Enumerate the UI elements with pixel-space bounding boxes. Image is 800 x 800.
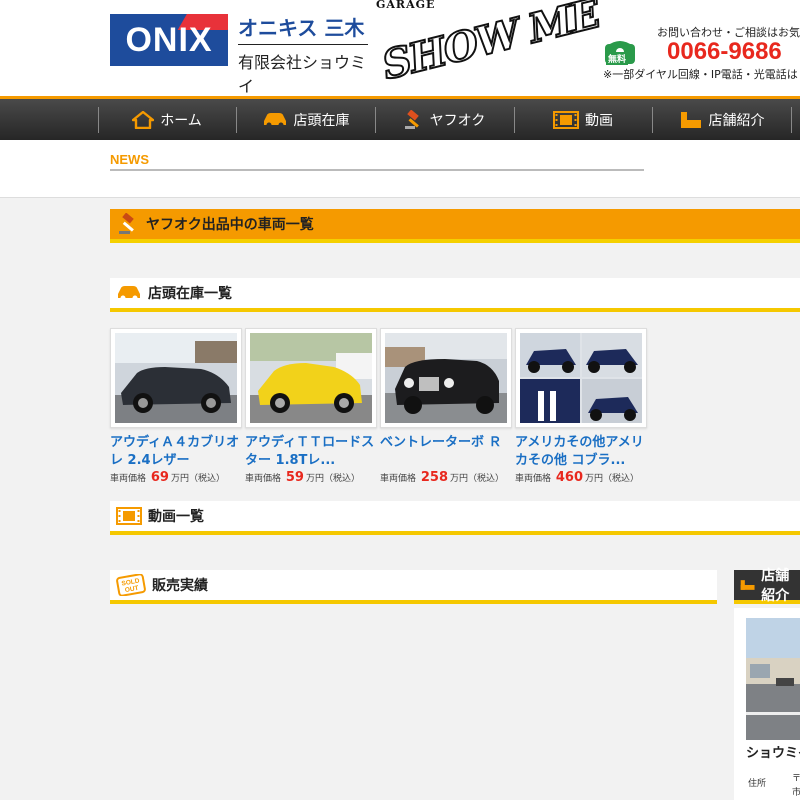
nav-label: ヤフオク [429, 112, 486, 129]
nav-item-shop[interactable]: 店舗紹介 [652, 99, 791, 140]
car-icon [118, 286, 140, 301]
onix-logo[interactable]: ONIX [110, 14, 228, 66]
section-video-heading: 動画一覧 [110, 501, 800, 535]
store-photo-image [746, 618, 800, 740]
nav-item-yafuoku[interactable]: ヤフオク [375, 99, 514, 140]
car-card[interactable]: アウディＡ４カブリオレ 2.4レザー 車両価格 69 万円（税込） [110, 328, 242, 485]
price-value: 258 [420, 470, 449, 485]
gavel-icon [119, 213, 134, 234]
nav-label: 店舗紹介 [708, 112, 765, 129]
news-divider [110, 169, 644, 171]
car-photo-image [385, 333, 507, 423]
car-photo[interactable] [380, 328, 512, 428]
nav-item-video[interactable]: 動画 [514, 99, 652, 140]
sold-out-icon: SOLD OUT [116, 574, 146, 596]
section-title: 店頭在庫一覧 [148, 286, 232, 302]
film-icon [116, 507, 142, 525]
section-sales-heading: SOLD OUT 販売実績 [110, 570, 717, 604]
car-card[interactable]: アメリカその他アメリカその他 コブラ... 車両価格 460 万円（税込） [515, 328, 647, 485]
site-header: ONIX オニキス 三木 有限会社ショウミイ GARAGE SHOW ME お問… [0, 0, 800, 96]
car-name-link[interactable]: アウディＡ４カブリオレ 2.4レザー [110, 434, 242, 470]
store-address-label: 住所 [748, 779, 767, 789]
nav-label: 動画 [585, 112, 613, 129]
nav-divider [791, 107, 792, 133]
car-name-link[interactable]: アメリカその他アメリカその他 コブラ... [515, 434, 647, 470]
car-photo[interactable] [245, 328, 377, 428]
section-stock-heading: 店頭在庫一覧 [110, 278, 800, 312]
car-price: 車両価格 258 万円（税込） [380, 470, 505, 485]
shop-icon [740, 580, 755, 590]
section-title: 動画一覧 [148, 509, 204, 525]
phone-note: ※一部ダイヤル回線・IP電話・光電話は [603, 68, 798, 81]
film-icon [553, 110, 579, 129]
car-card[interactable]: ベントレーターボ Ｒ 車両価格 258 万円（税込） [380, 328, 512, 485]
section-yafuoku-heading: ヤフオク出品中の車両一覧 [110, 209, 800, 243]
company-name: 有限会社ショウミイ [238, 44, 368, 97]
car-name-link[interactable]: ベントレーターボ Ｒ [380, 434, 512, 470]
store-name: ショウミイ [746, 746, 800, 761]
car-photo[interactable] [110, 328, 242, 428]
news-title: NEWS [110, 152, 149, 167]
free-call-badge: 無料 [606, 52, 629, 65]
nav-item-home[interactable]: ホーム [98, 99, 236, 140]
section-title: ヤフオク出品中の車両一覧 [146, 217, 314, 233]
shop-icon [680, 111, 701, 128]
sidebar-store-heading: 店舗紹介 [734, 568, 800, 604]
news-area: NEWS [0, 140, 800, 198]
section-title: 販売実績 [152, 578, 208, 594]
car-price: 車両価格 460 万円（税込） [515, 470, 640, 485]
brand-name: オニキス 三木 [238, 16, 365, 40]
car-price: 車両価格 69 万円（税込） [110, 470, 225, 485]
house-icon [132, 110, 155, 129]
garage-logo-text: GARAGE [376, 0, 436, 11]
phone-number[interactable]: 0066-9686 [667, 38, 782, 66]
price-value: 69 [150, 470, 169, 485]
car-photo-image [115, 333, 237, 423]
gavel-icon [404, 109, 419, 129]
section-title: 店舗紹介 [761, 568, 790, 604]
store-address-value: 〒 市 [792, 774, 800, 798]
car-icon [263, 112, 286, 127]
car-price: 車両価格 59 万円（税込） [245, 470, 360, 485]
showme-logo[interactable]: SHOW ME [377, 0, 605, 90]
car-photo[interactable] [515, 328, 647, 428]
car-name-link[interactable]: アウディＴＴロードスター 1.8Tレ... [245, 434, 377, 470]
car-photo-image [250, 333, 372, 423]
nav-item-stock[interactable]: 店頭在庫 [236, 99, 375, 140]
nav-label: ホーム [160, 112, 202, 129]
store-panel: ショウミイ 住所 〒 市 [734, 608, 800, 800]
car-card[interactable]: アウディＴＴロードスター 1.8Tレ... 車両価格 59 万円（税込） [245, 328, 377, 485]
price-value: 59 [285, 470, 304, 485]
car-photo-image [520, 333, 642, 423]
nav-label: 店頭在庫 [293, 112, 350, 129]
store-photo[interactable] [746, 618, 800, 740]
price-value: 460 [555, 470, 584, 485]
main-nav: ホーム 店頭在庫 ヤフオク 動画 店舗紹介 [0, 96, 800, 140]
